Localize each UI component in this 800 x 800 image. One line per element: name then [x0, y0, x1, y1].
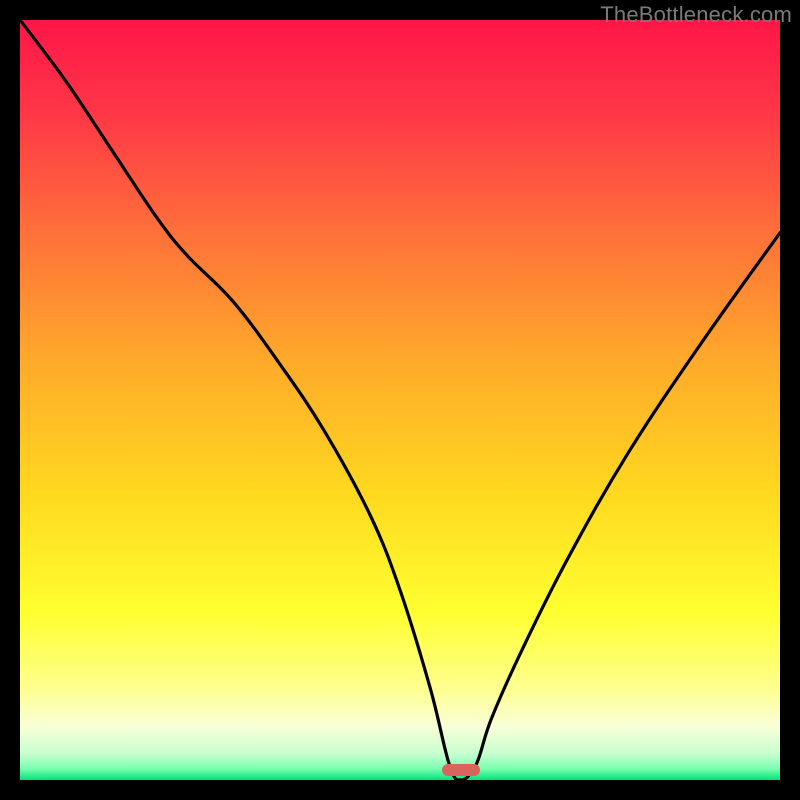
chart-frame: TheBottleneck.com	[0, 0, 800, 800]
optimum-marker	[442, 764, 480, 776]
bottleneck-curve	[20, 20, 780, 780]
watermark-text: TheBottleneck.com	[600, 2, 792, 28]
plot-area	[20, 20, 780, 780]
